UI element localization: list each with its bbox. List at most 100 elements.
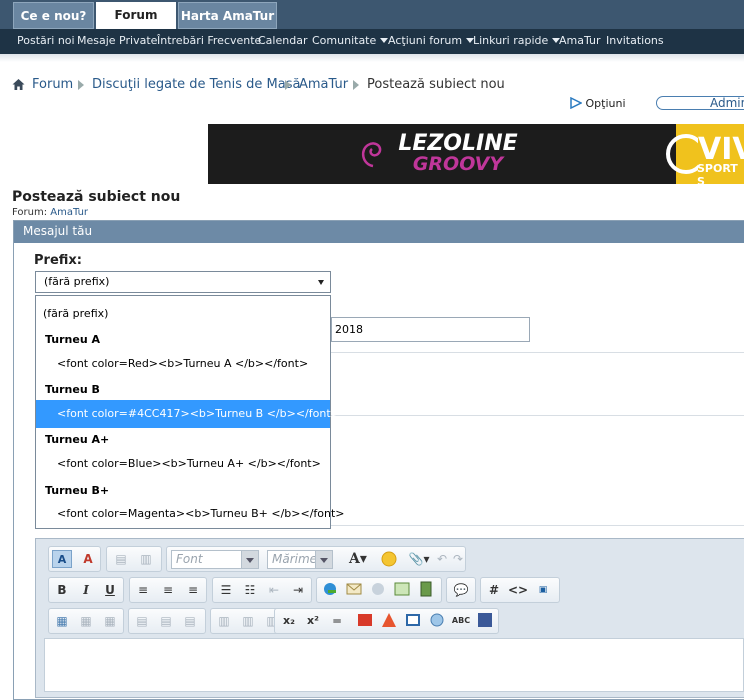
nav-quick-links[interactable]: Linkuri rapide: [473, 29, 561, 54]
chevron-down-icon: [315, 551, 332, 568]
nav-private-messages[interactable]: Mesaje Private: [77, 29, 157, 54]
ad-banner[interactable]: LEZOLINE GROOVY VIV SPORT S: [208, 124, 744, 184]
paste-text-icon[interactable]: ▥: [136, 550, 156, 568]
nav-forum-actions[interactable]: Acţiuni forum: [388, 29, 475, 54]
breadcrumb-arrow-icon: [353, 80, 359, 90]
tab-forum[interactable]: Forum: [96, 2, 176, 29]
prefix-select-value: (fără prefix): [44, 275, 110, 288]
options-link[interactable]: Opţiuni: [570, 96, 626, 112]
nav-amatur[interactable]: AmaTur: [559, 29, 601, 54]
insert-col-after-icon[interactable]: ▥: [238, 612, 258, 630]
breadcrumb-discussions[interactable]: Discuţii legate de Tenis de Masă: [92, 77, 300, 93]
unordered-list-icon[interactable]: ☷: [240, 581, 260, 599]
attachment-icon[interactable]: 📎▾: [405, 550, 433, 568]
indent-icon[interactable]: ⇥: [288, 581, 308, 599]
email-link-icon[interactable]: [344, 581, 364, 599]
image-icon[interactable]: [392, 581, 412, 599]
breadcrumb-current: Postează subiect nou: [367, 77, 505, 92]
toolbar-group: # <> ▣: [480, 577, 560, 603]
font-select-placeholder: Font: [176, 552, 203, 566]
prefix-option[interactable]: <font color=Red><b>Turneu A </b></font>: [36, 351, 330, 376]
video-icon[interactable]: [416, 581, 436, 599]
tab-whats-new[interactable]: Ce e nou?: [13, 2, 94, 29]
options-label: Opţiuni: [585, 97, 626, 110]
toolbar-group: A A: [48, 546, 101, 572]
prefix-option[interactable]: (fără prefix): [36, 301, 330, 326]
colorful-a-icon[interactable]: [379, 612, 399, 630]
quote-icon[interactable]: 💬: [451, 581, 471, 599]
title-input[interactable]: 2018: [331, 317, 530, 342]
underline-icon[interactable]: U: [100, 581, 120, 599]
outdent-icon[interactable]: ⇤: [264, 581, 284, 599]
divider: [331, 525, 744, 526]
hash-tag-icon[interactable]: #: [484, 581, 504, 599]
prefix-group-label: Turneu B+: [45, 484, 110, 497]
prefix-label: Prefix:: [34, 253, 82, 268]
tab-amatur-map[interactable]: Harta AmaTur: [178, 2, 277, 29]
globe-icon[interactable]: [427, 612, 447, 630]
remove-format-icon[interactable]: A: [78, 550, 98, 568]
wysiwyg-mode-icon[interactable]: A: [52, 550, 72, 568]
gallery-icon[interactable]: [403, 612, 423, 630]
toolbar-group: x₂ x² ═ ABC: [274, 608, 499, 634]
toolbar-group: B I U: [48, 577, 124, 603]
forum-link[interactable]: AmaTur: [50, 207, 88, 218]
subscript-icon[interactable]: x₂: [279, 612, 299, 630]
italic-icon[interactable]: I: [76, 581, 96, 599]
forum-label: Forum:: [12, 207, 48, 218]
redo-icon[interactable]: ↷: [451, 550, 465, 568]
prefix-dropdown-list: (fără prefix) Turneu A <font color=Red><…: [35, 295, 345, 529]
admin-button[interactable]: Admin: [656, 96, 744, 110]
insert-col-icon[interactable]: ▥: [214, 612, 234, 630]
banner-right-sub: SPORT S: [697, 162, 738, 184]
nav-quick-links-label: Linkuri rapide: [473, 34, 549, 47]
message-textarea[interactable]: [44, 638, 744, 692]
facebook-icon[interactable]: [475, 612, 495, 630]
nav-faq[interactable]: Întrebări Frecvente: [157, 29, 261, 54]
banner-logo-sub: GROOVY: [412, 153, 504, 175]
table-icon[interactable]: ▦: [52, 612, 72, 630]
spellcheck-icon[interactable]: ABC: [451, 612, 471, 630]
delete-row-icon[interactable]: ▤: [180, 612, 200, 630]
superscript-icon[interactable]: x²: [303, 612, 323, 630]
table-delete-icon[interactable]: ▦: [100, 612, 120, 630]
link-icon[interactable]: [320, 581, 340, 599]
align-left-icon[interactable]: ≡: [133, 581, 153, 599]
divider: [331, 352, 744, 353]
nav-bar: Postări noi Mesaje Private Întrebări Fre…: [0, 29, 744, 54]
horizontal-rule-icon[interactable]: ═: [327, 612, 347, 630]
smiley-icon[interactable]: [379, 550, 399, 568]
code-icon[interactable]: <>: [508, 581, 528, 599]
php-code-icon[interactable]: ▣: [533, 581, 553, 599]
insert-row-after-icon[interactable]: ▤: [156, 612, 176, 630]
nav-invitations[interactable]: Invitations: [606, 29, 664, 54]
ordered-list-icon[interactable]: ☰: [216, 581, 236, 599]
youtube-icon[interactable]: [355, 612, 375, 630]
banner-ring-icon: [666, 134, 698, 174]
size-select[interactable]: Mărime: [267, 550, 333, 569]
nav-community[interactable]: Comunitate: [312, 29, 389, 54]
table-props-icon[interactable]: ▦: [76, 612, 96, 630]
paste-icon[interactable]: ▤: [111, 550, 131, 568]
bold-icon[interactable]: B: [52, 581, 72, 599]
prefix-option-highlighted[interactable]: <font color=#4CC417><b>Turneu B </b></fo…: [36, 400, 340, 428]
align-center-icon[interactable]: ≡: [158, 581, 178, 599]
nav-calendar[interactable]: Calendar: [258, 29, 307, 54]
swirl-logo-icon: [361, 142, 382, 168]
toolbar-group: ▦ ▦ ▦: [48, 608, 124, 634]
prefix-select[interactable]: (fără prefix): [35, 271, 331, 293]
unlink-icon[interactable]: [368, 581, 388, 599]
text-color-icon[interactable]: A▾: [343, 550, 373, 568]
toolbar-group: ☰ ☷ ⇤ ⇥: [212, 577, 312, 603]
insert-row-icon[interactable]: ▤: [132, 612, 152, 630]
prefix-option[interactable]: <font color=Magenta><b>Turneu B+ </b></f…: [36, 501, 345, 526]
align-right-icon[interactable]: ≡: [183, 581, 203, 599]
breadcrumb-amatur[interactable]: AmaTur: [299, 77, 348, 93]
undo-icon[interactable]: ↶: [435, 550, 449, 568]
font-select[interactable]: Font: [171, 550, 259, 569]
breadcrumb-forum[interactable]: Forum: [32, 77, 73, 93]
nav-new-posts[interactable]: Postări noi: [17, 29, 75, 54]
prefix-option[interactable]: <font color=Blue><b>Turneu A+ </b></font…: [36, 451, 330, 476]
home-icon[interactable]: [12, 78, 25, 91]
breadcrumb-arrow-icon: [78, 80, 84, 90]
